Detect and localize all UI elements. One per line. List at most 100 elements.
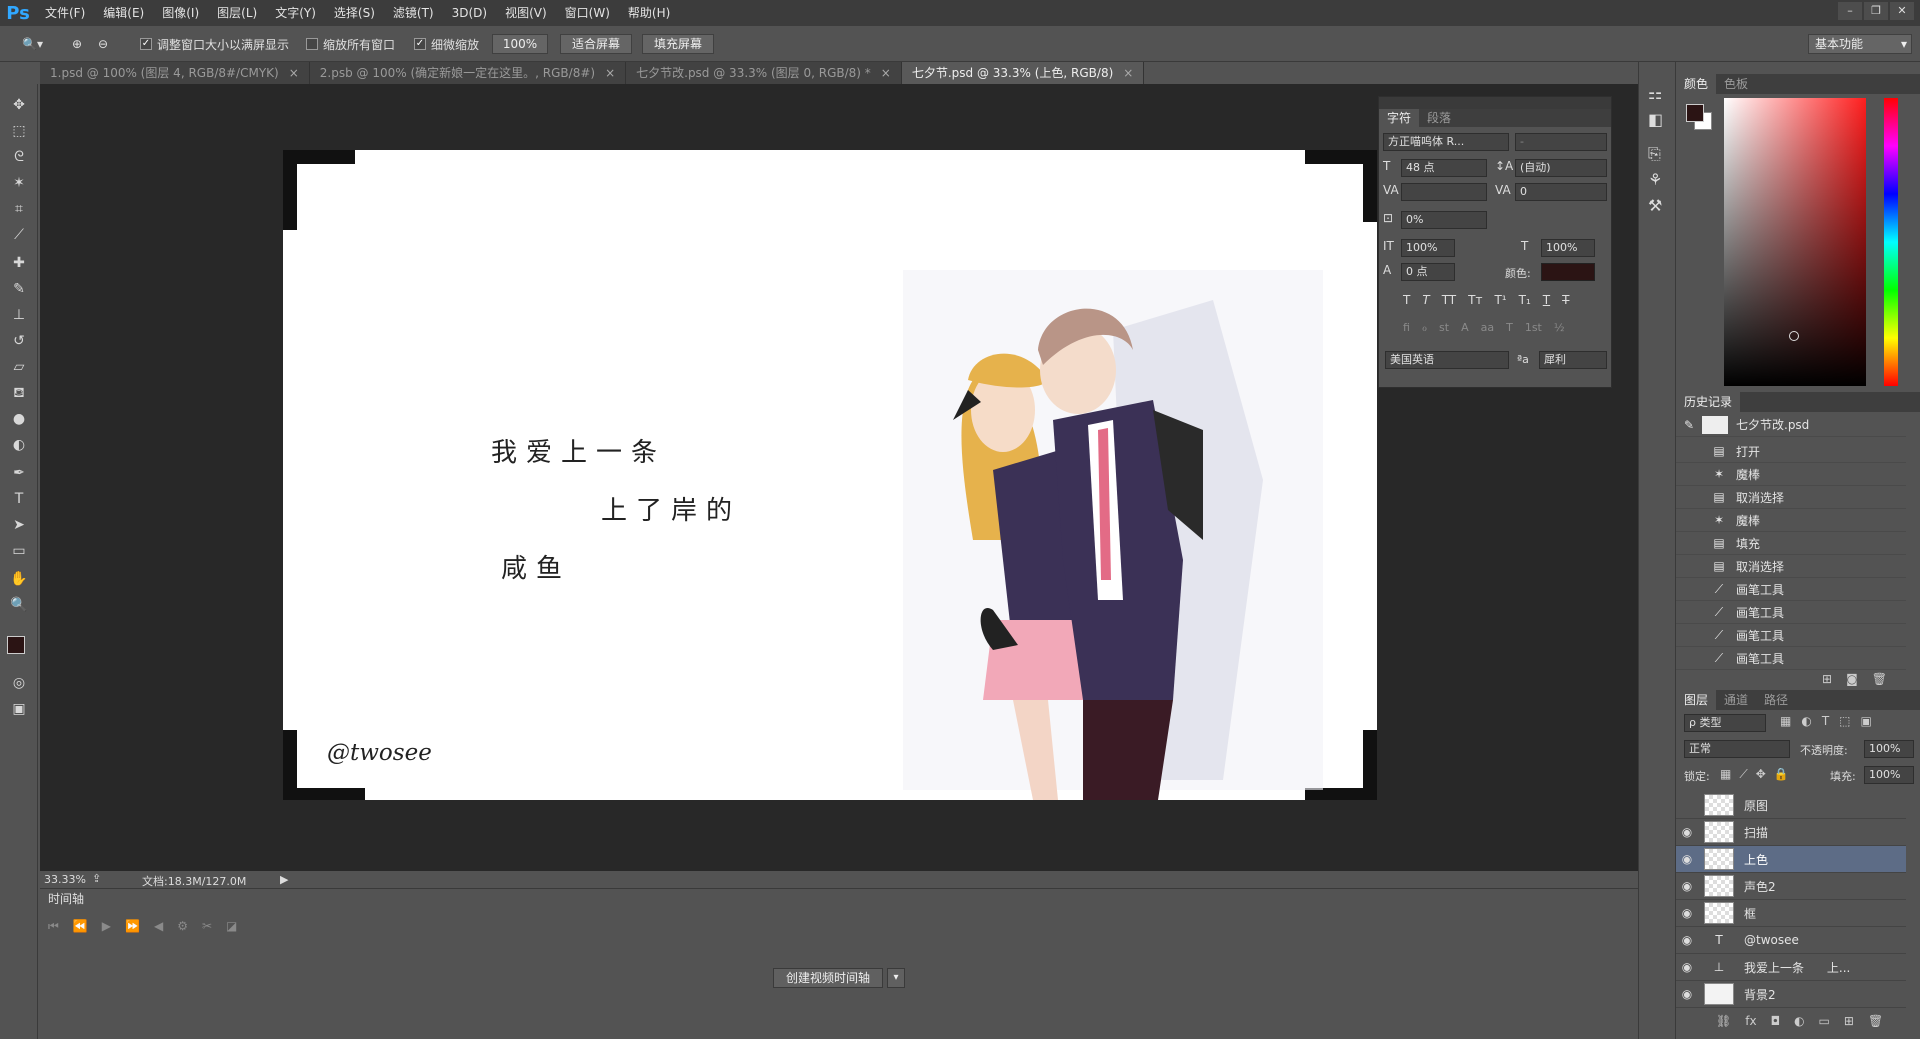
- quick-mask-icon[interactable]: ◎: [7, 672, 31, 694]
- pixel-filter-icon[interactable]: ▦: [1780, 714, 1791, 728]
- zoom-tool-icon[interactable]: 🔍: [7, 594, 31, 616]
- layer-kind-filter[interactable]: ρ 类型: [1684, 714, 1766, 732]
- fill-screen-button[interactable]: 填充屏幕: [642, 34, 714, 54]
- create-video-timeline-button[interactable]: 创建视频时间轴: [773, 968, 883, 988]
- type-filter-icon[interactable]: T: [1822, 714, 1829, 728]
- lock-position-icon[interactable]: ✥: [1756, 767, 1766, 782]
- tab-document-1[interactable]: 1.psd @ 100% (图层 4, RGB/8#/CMYK) ×: [40, 62, 310, 84]
- close-tab-icon[interactable]: ×: [605, 66, 615, 80]
- kerning-field[interactable]: [1401, 183, 1487, 201]
- lock-transparent-icon[interactable]: ▦: [1720, 767, 1731, 782]
- layer-row[interactable]: ◉ 声色2: [1676, 873, 1906, 900]
- history-item[interactable]: ⟋ 画笔工具: [1676, 624, 1906, 647]
- adjustment-layer-icon[interactable]: ◐: [1794, 1014, 1804, 1028]
- close-icon[interactable]: ✕: [1890, 2, 1914, 20]
- paint-bucket-tool-icon[interactable]: ⛾: [7, 382, 31, 404]
- tab-history[interactable]: 历史记录: [1676, 392, 1741, 412]
- foreground-color-swatch[interactable]: [7, 636, 25, 654]
- new-document-icon[interactable]: ⊞: [1822, 672, 1832, 686]
- layer-mask-icon[interactable]: ◘: [1771, 1014, 1781, 1028]
- audio-icon[interactable]: ◀: [154, 919, 163, 934]
- history-item[interactable]: ⟋ 画笔工具: [1676, 647, 1906, 670]
- color-picker-marker[interactable]: [1789, 331, 1799, 341]
- adjustment-filter-icon[interactable]: ◐: [1801, 714, 1811, 728]
- hue-slider[interactable]: [1884, 98, 1898, 386]
- zoom-all-option[interactable]: 缩放所有窗口: [306, 34, 395, 54]
- color-foreground-swatch[interactable]: [1686, 104, 1704, 122]
- zoom-out-icon[interactable]: ⊖: [98, 34, 108, 54]
- zoom-tool-preset-icon[interactable]: 🔍▾: [22, 34, 43, 54]
- delete-layer-icon[interactable]: 🗑: [1868, 1014, 1883, 1028]
- leading-field[interactable]: (自动): [1515, 159, 1607, 177]
- discretionary-ligatures-icon[interactable]: st: [1439, 321, 1449, 334]
- titling-icon[interactable]: T: [1506, 321, 1513, 334]
- ligatures-icon[interactable]: fi: [1403, 321, 1410, 334]
- blur-tool-icon[interactable]: ●: [7, 408, 31, 430]
- checkbox-unchecked-icon[interactable]: [306, 38, 318, 50]
- eye-icon[interactable]: ◉: [1676, 879, 1698, 893]
- history-brush-source-icon[interactable]: ✎: [1676, 418, 1702, 432]
- eye-icon[interactable]: ◉: [1676, 825, 1698, 839]
- adjustments-panel-icon[interactable]: ◧: [1648, 110, 1663, 129]
- eyedropper-tool-icon[interactable]: ⟋: [7, 224, 31, 246]
- eye-icon[interactable]: ◉: [1676, 987, 1698, 1001]
- crop-tool-icon[interactable]: ⌗: [7, 198, 31, 220]
- checkbox-checked-icon[interactable]: ✓: [140, 38, 152, 50]
- menu-select[interactable]: 选择(S): [325, 0, 384, 26]
- stylistic-alternates-icon[interactable]: aa: [1481, 321, 1494, 334]
- camera-icon[interactable]: ◙: [1846, 672, 1858, 686]
- workspace-switcher[interactable]: 基本功能 ▾: [1808, 34, 1912, 54]
- font-style-select[interactable]: -: [1515, 133, 1607, 151]
- play-icon[interactable]: ▶: [102, 919, 111, 934]
- clone-stamp-tool-icon[interactable]: ⊥: [7, 304, 31, 326]
- font-size-field[interactable]: 48 点: [1401, 159, 1487, 177]
- tool-presets-icon[interactable]: ⚒: [1648, 196, 1662, 215]
- minimize-icon[interactable]: –: [1838, 2, 1862, 20]
- tab-document-4[interactable]: 七夕节.psd @ 33.3% (上色, RGB/8) ×: [901, 62, 1145, 84]
- eye-icon[interactable]: ◉: [1676, 852, 1698, 866]
- resize-windows-option[interactable]: ✓ 调整窗口大小以满屏显示: [140, 34, 289, 54]
- link-layers-icon[interactable]: ⛓: [1716, 1014, 1731, 1028]
- menu-layer[interactable]: 图层(L): [208, 0, 266, 26]
- faux-italic-icon[interactable]: T: [1422, 293, 1429, 307]
- tab-channels[interactable]: 通道: [1716, 690, 1756, 710]
- lasso-tool-icon[interactable]: ᘓ: [7, 146, 31, 168]
- checkbox-checked-icon[interactable]: ✓: [414, 38, 426, 50]
- scrubby-zoom-option[interactable]: ✓ 细微缩放: [414, 34, 479, 54]
- antialias-select[interactable]: 犀利: [1539, 351, 1607, 369]
- screen-mode-icon[interactable]: ▣: [7, 698, 31, 720]
- move-tool-icon[interactable]: ✥: [7, 94, 31, 116]
- marquee-tool-icon[interactable]: ⬚: [7, 120, 31, 142]
- panel-title-bar[interactable]: [1379, 97, 1611, 109]
- properties-panel-icon[interactable]: ⚏: [1648, 84, 1662, 103]
- baseline-field[interactable]: 0 点: [1401, 263, 1455, 281]
- subscript-icon[interactable]: T₁: [1519, 293, 1531, 307]
- layer-row[interactable]: ◉ ⊥ 我爱上一条 上...: [1676, 954, 1906, 981]
- type-tool-icon[interactable]: T: [7, 488, 31, 510]
- history-brush-tool-icon[interactable]: ↺: [7, 330, 31, 352]
- trash-icon[interactable]: 🗑: [1872, 672, 1887, 686]
- close-tab-icon[interactable]: ×: [1123, 66, 1133, 80]
- tsume-field[interactable]: 0%: [1401, 211, 1487, 229]
- smart-object-filter-icon[interactable]: ▣: [1861, 714, 1872, 728]
- new-layer-icon[interactable]: ⊞: [1844, 1014, 1854, 1028]
- color-picker-field[interactable]: [1724, 98, 1866, 386]
- menu-edit[interactable]: 编辑(E): [94, 0, 153, 26]
- font-family-select[interactable]: 方正喵呜体 R...: [1383, 133, 1509, 151]
- language-select[interactable]: 美国英语: [1385, 351, 1509, 369]
- history-item[interactable]: ✶ 魔棒: [1676, 463, 1906, 486]
- path-tools-icon[interactable]: ⎘: [1648, 144, 1661, 164]
- layer-row-selected[interactable]: ◉ 上色: [1676, 846, 1906, 873]
- history-item[interactable]: ⟋ 画笔工具: [1676, 578, 1906, 601]
- magic-wand-tool-icon[interactable]: ✶: [7, 172, 31, 194]
- menu-window[interactable]: 窗口(W): [556, 0, 619, 26]
- contextual-alternates-icon[interactable]: ℴ: [1422, 321, 1427, 334]
- horizontal-scale-field[interactable]: 100%: [1541, 239, 1595, 257]
- transition-icon[interactable]: ◪: [226, 919, 237, 934]
- blend-mode-select[interactable]: 正常: [1684, 740, 1790, 758]
- split-scissors-icon[interactable]: ✂: [202, 919, 212, 934]
- first-frame-icon[interactable]: ⏮: [48, 919, 59, 934]
- zoom-100-button[interactable]: 100%: [492, 34, 548, 54]
- fractions-icon[interactable]: ½: [1554, 321, 1565, 334]
- next-frame-icon[interactable]: ⏩: [125, 919, 140, 934]
